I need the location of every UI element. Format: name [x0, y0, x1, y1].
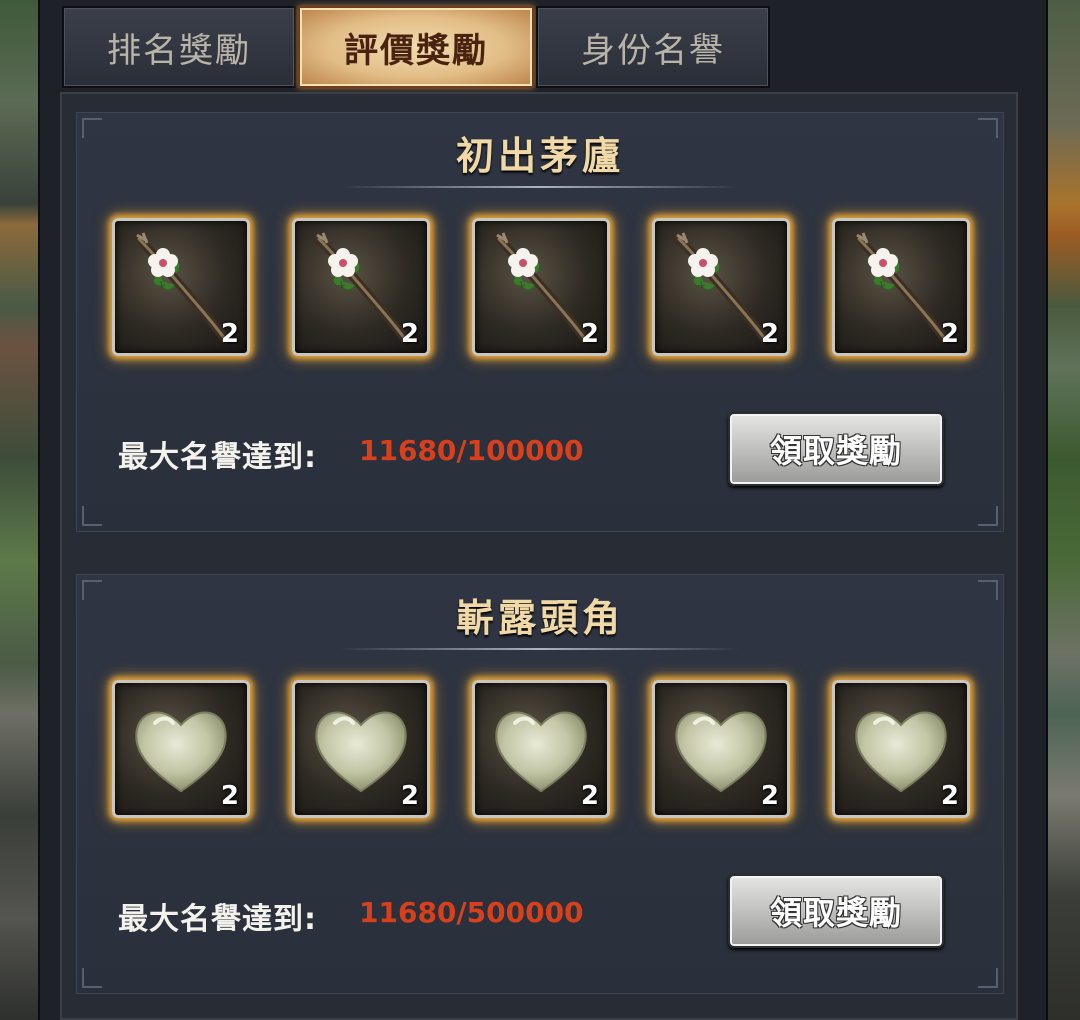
background-scene-right	[1044, 0, 1080, 1020]
progress-label: 最大名譽達到:	[118, 902, 317, 937]
item-count: 2	[220, 781, 239, 811]
claim-reward-button[interactable]: 領取獎勵	[728, 412, 944, 486]
item-count: 2	[940, 781, 959, 811]
reward-tier-panel: 初出茅廬 2 2 2 2 2 最大名譽達到: 11680/100000 領取獎勵	[76, 112, 1004, 532]
reward-slot[interactable]: 2	[832, 218, 970, 356]
item-count: 2	[580, 319, 599, 349]
tab-ranking-rewards[interactable]: 排名獎勵	[62, 6, 296, 88]
item-count: 2	[940, 319, 959, 349]
corner-ornament	[978, 968, 998, 988]
reward-slot[interactable]: 2	[472, 218, 610, 356]
tab-identity-reputation[interactable]: 身份名譽	[536, 6, 770, 88]
tier-title: 初出茅廬	[455, 133, 624, 178]
claim-reward-button[interactable]: 領取獎勵	[728, 874, 944, 948]
reward-tier-panel: 嶄露頭角 2 2 2 2 2 最大名譽達到: 11680/500000 領取獎勵	[76, 574, 1004, 994]
reward-slot[interactable]: 2	[112, 680, 250, 818]
title-divider	[340, 648, 740, 650]
item-count: 2	[220, 319, 239, 349]
progress-label: 最大名譽達到:	[118, 440, 317, 475]
item-count: 2	[580, 781, 599, 811]
reward-slot[interactable]: 2	[832, 680, 970, 818]
corner-ornament	[978, 506, 998, 526]
title-divider	[340, 186, 740, 188]
reward-slot[interactable]: 2	[652, 218, 790, 356]
progress-value: 11680/100000	[359, 434, 584, 467]
reward-slot[interactable]: 2	[112, 218, 250, 356]
reward-slot[interactable]: 2	[652, 680, 790, 818]
reward-slot[interactable]: 2	[292, 680, 430, 818]
progress-value: 11680/500000	[359, 896, 584, 929]
tab-rating-rewards[interactable]: 評價獎勵	[298, 6, 534, 88]
tier-title: 嶄露頭角	[455, 595, 624, 640]
corner-ornament	[82, 506, 102, 526]
corner-ornament	[82, 968, 102, 988]
item-count: 2	[760, 319, 779, 349]
reward-slot[interactable]: 2	[472, 680, 610, 818]
item-count: 2	[400, 319, 419, 349]
item-count: 2	[760, 781, 779, 811]
reward-slot[interactable]: 2	[292, 218, 430, 356]
background-scene-left	[0, 0, 38, 1020]
item-count: 2	[400, 781, 419, 811]
